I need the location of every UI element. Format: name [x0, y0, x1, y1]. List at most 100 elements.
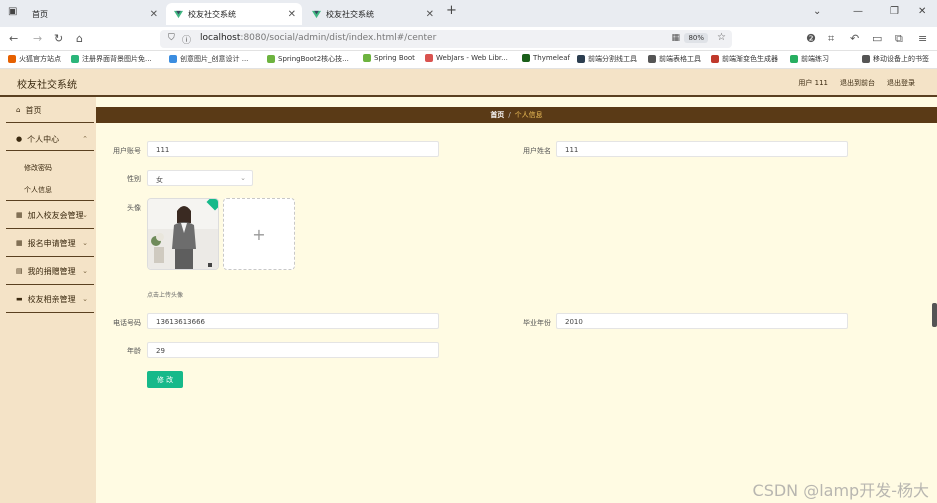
sidebar-item-my-invites[interactable]: ▤ 我的捐赠管理 ⌄	[0, 264, 96, 278]
site-icon	[790, 55, 798, 63]
avatar-image[interactable]	[147, 198, 219, 270]
bookmark-label: 前端练习	[801, 55, 829, 63]
forward-icon[interactable]: →	[33, 32, 42, 45]
bookmark-label: Thymeleaf	[533, 54, 570, 62]
sidebar-subitem-personal-info[interactable]: 个人信息	[24, 185, 52, 195]
vue-logo-icon	[312, 10, 321, 18]
sidebar-item-personal-center[interactable]: ● 个人中心 ⌃	[0, 132, 96, 146]
browser-tab-home[interactable]: 首页 ✕	[24, 3, 164, 25]
undo-icon[interactable]: ↶	[850, 32, 859, 45]
bookmark-item[interactable]: 移动设备上的书签	[862, 54, 929, 64]
chevron-up-icon: ⌃	[82, 135, 88, 143]
site-icon	[711, 55, 719, 63]
bookmark-item[interactable]: 创意图片_创意设计 ...	[169, 54, 248, 64]
bookmark-item[interactable]: 前端表格工具	[648, 54, 701, 64]
app-title: 校友社交系统	[17, 80, 77, 91]
divider	[6, 284, 94, 285]
upload-avatar-button[interactable]: +	[223, 198, 295, 270]
sidebar: ⌂ 首页 ● 个人中心 ⌃ 修改密码 个人信息 ▦ 加入校友会管理 ⌄ ▦ 报名…	[0, 97, 96, 503]
account-field[interactable]: 111	[147, 141, 439, 157]
phone-field[interactable]: 13613613666	[147, 313, 439, 329]
bookmark-item[interactable]: 火狐官方站点	[8, 54, 61, 64]
age-label: 年龄	[127, 347, 141, 355]
url-text: localhost:8080/social/admin/dist/index.h…	[200, 33, 436, 43]
sidebar-item-label: 首页	[25, 105, 42, 115]
account-label: 用户账号	[113, 147, 141, 155]
page-info-icon[interactable]: ⓘ	[182, 33, 191, 46]
divider	[6, 122, 94, 123]
avatar-photo	[148, 199, 218, 269]
logout-link[interactable]: 退出登录	[887, 78, 915, 88]
chevron-down-icon[interactable]: ⌄	[813, 6, 821, 17]
gender-select-value: 女	[156, 176, 163, 184]
tab-label: 校友社交系统	[188, 9, 236, 19]
sidebar-item-home[interactable]: ⌂ 首页	[0, 103, 96, 117]
url-field[interactable]: ⛉ ⓘ localhost:8080/social/admin/dist/ind…	[160, 30, 732, 48]
mobile-icon	[862, 55, 870, 63]
bookmark-item[interactable]: Spring Boot	[363, 54, 415, 62]
sidebar-item-signup-apply[interactable]: ▦ 报名申请管理 ⌄	[0, 236, 96, 250]
sidebar-item-join-association[interactable]: ▦ 加入校友会管理 ⌄	[0, 208, 96, 222]
restore-icon[interactable]: ❐	[890, 6, 899, 17]
back-icon[interactable]: ←	[9, 32, 18, 45]
watermark: CSDN @lamp开发-杨大	[752, 481, 929, 500]
zoom-level[interactable]: 80%	[684, 33, 708, 43]
minimize-icon[interactable]: —	[853, 6, 863, 17]
browser-tab-third[interactable]: 校友社交系统 ✕	[304, 3, 440, 25]
bookmark-item[interactable]: SpringBoot2核心技...	[267, 54, 349, 64]
breadcrumb: 首页 / 个人信息	[96, 107, 937, 123]
avatar-upload-hint: 点击上传头像	[147, 292, 184, 299]
scrollbar-handle[interactable]	[932, 303, 937, 327]
submit-button[interactable]: 修 改	[147, 371, 183, 388]
browser-tab-active[interactable]: 校友社交系统 ✕	[166, 3, 302, 25]
close-icon[interactable]: ✕	[426, 9, 434, 20]
bookmark-label: Spring Boot	[374, 54, 415, 62]
breadcrumb-separator: /	[508, 111, 511, 119]
bookmark-item[interactable]: 前端练习	[790, 54, 829, 64]
url-path: :8080/social/admin/dist/index.html#/cent…	[240, 33, 437, 43]
chat-icon: ▬	[16, 295, 23, 303]
plus-icon: +	[252, 224, 266, 244]
breadcrumb-home[interactable]: 首页	[490, 110, 504, 120]
new-tab-icon[interactable]: +	[446, 3, 457, 18]
screenshot-icon[interactable]: ▭	[872, 32, 882, 45]
extension-icon[interactable]: ❷	[806, 32, 816, 45]
extensions-puzzle-icon[interactable]: ⧉	[895, 32, 903, 46]
window-close-icon[interactable]: ✕	[918, 6, 926, 17]
bookmark-item[interactable]: WebJars - Web Libr...	[425, 54, 508, 62]
grad-year-field[interactable]: 2010	[556, 313, 848, 329]
sidebar-item-alumni-gathering[interactable]: ▬ 校友相亲管理 ⌄	[0, 292, 96, 306]
exit-to-front-link[interactable]: 退出到前台	[840, 78, 875, 88]
bookmark-label: 火狐官方站点	[19, 55, 61, 63]
bookmark-label: 注册界面背景图片免...	[82, 55, 152, 63]
address-bar: ← → ↻ ⌂ ⛉ ⓘ localhost:8080/social/admin/…	[0, 27, 937, 51]
tab-overview-icon[interactable]: ▣	[8, 6, 17, 17]
bookmark-item[interactable]: 前端渐变色生成器	[711, 54, 778, 64]
sidebar-subitem-change-password[interactable]: 修改密码	[24, 163, 52, 173]
qr-code-icon[interactable]: ▦	[671, 33, 680, 43]
bookmark-item[interactable]: 前端分割线工具	[577, 54, 637, 64]
reload-icon[interactable]: ↻	[54, 32, 63, 45]
tab-label: 首页	[32, 9, 48, 19]
name-field[interactable]: 111	[556, 141, 848, 157]
sidebar-item-label: 加入校友会管理	[27, 210, 84, 220]
folder-icon	[8, 55, 16, 63]
crop-icon[interactable]: ⌗	[828, 32, 834, 46]
bookmark-item[interactable]: 注册界面背景图片免...	[71, 54, 152, 64]
divider	[6, 200, 94, 201]
bookmark-star-icon[interactable]: ☆	[717, 32, 726, 43]
home-icon: ⌂	[16, 106, 21, 114]
vue-logo-icon	[174, 10, 183, 18]
home-icon[interactable]: ⌂	[76, 32, 83, 45]
age-field[interactable]: 29	[147, 342, 439, 358]
document-icon: ▤	[16, 267, 23, 275]
menu-icon[interactable]: ≡	[918, 32, 927, 45]
grid-icon: ▦	[16, 239, 23, 247]
close-icon[interactable]: ✕	[288, 9, 296, 20]
close-icon[interactable]: ✕	[150, 9, 158, 20]
bookmark-item[interactable]: Thymeleaf	[522, 54, 570, 62]
name-label: 用户姓名	[523, 147, 551, 155]
gender-select[interactable]: 女 ⌄	[147, 170, 253, 186]
bookmark-label: 创意图片_创意设计 ...	[180, 55, 249, 63]
chevron-down-icon: ⌄	[82, 295, 88, 303]
